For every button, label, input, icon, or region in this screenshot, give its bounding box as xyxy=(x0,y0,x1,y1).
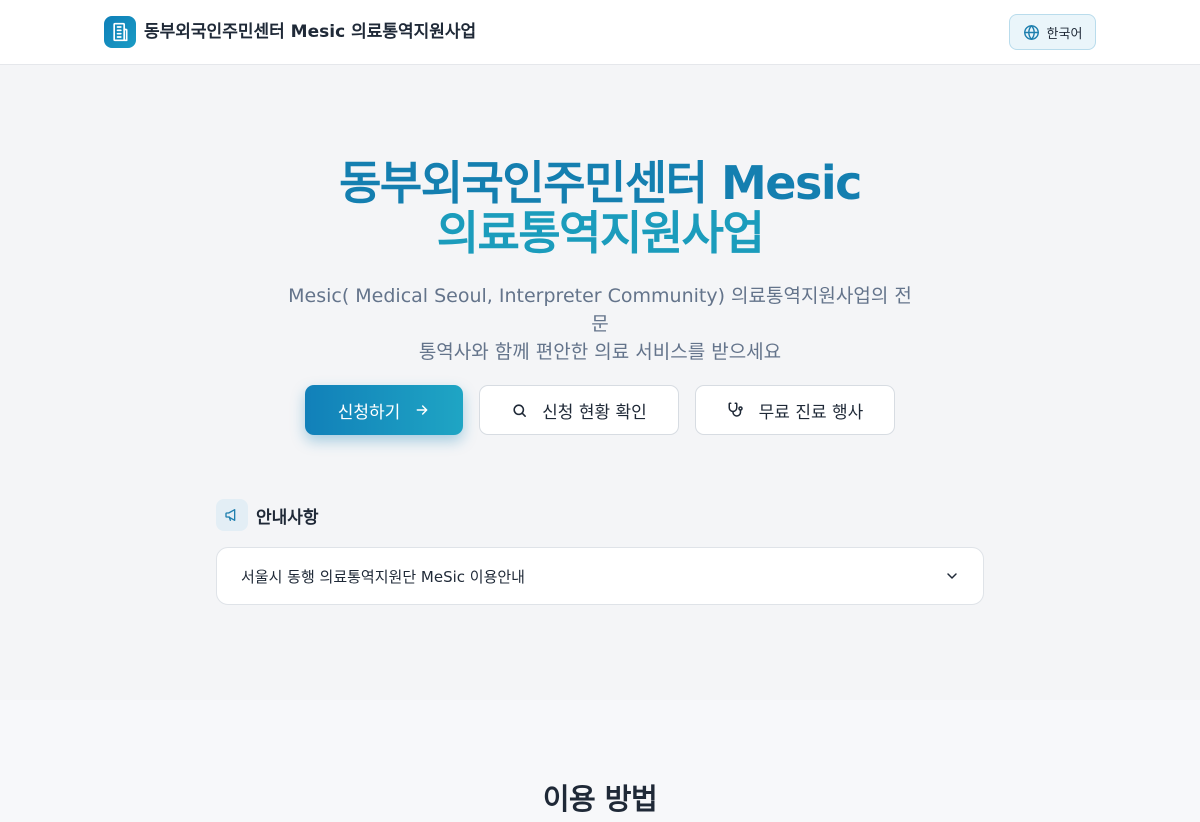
search-icon xyxy=(511,402,528,419)
megaphone-icon xyxy=(216,499,248,531)
hero-title-line2: 의료통역지원사업 xyxy=(436,206,765,260)
arrow-right-icon xyxy=(414,402,430,418)
apply-button-label: 신청하기 xyxy=(337,402,401,423)
notice-accordion-item[interactable]: 서울시 동행 의료통역지원단 MeSic 이용안내 xyxy=(216,547,984,605)
globe-icon xyxy=(1023,24,1040,41)
free-clinic-label: 무료 진료 행사 xyxy=(758,402,864,423)
hero-subtitle-line1: Mesic( Medical Seoul, Interpreter Commun… xyxy=(288,285,912,335)
hero-subtitle: Mesic( Medical Seoul, Interpreter Commun… xyxy=(280,282,920,366)
hero-subtitle-line2: 통역사와 함께 편안한 의료 서비스를 받으세요 xyxy=(418,341,782,363)
hero-title: 동부외국인주민센터 Mesic 의료통역지원사업 xyxy=(0,158,1200,258)
chevron-down-icon[interactable] xyxy=(944,568,960,584)
site-brand[interactable]: 동부외국인주민센터 Mesic 의료통역지원사업 xyxy=(144,20,476,44)
notice-header: 안내사항 xyxy=(216,499,319,531)
notice-title: 안내사항 xyxy=(256,507,319,528)
free-clinic-button[interactable]: 무료 진료 행사 xyxy=(695,385,895,435)
building-icon[interactable] xyxy=(104,16,136,48)
language-label: 한국어 xyxy=(1046,26,1083,42)
hero-title-line1: 동부외국인주민센터 Mesic xyxy=(339,156,862,210)
check-status-button[interactable]: 신청 현황 확인 xyxy=(479,385,679,435)
language-selector-button[interactable]: 한국어 xyxy=(1009,14,1096,50)
how-to-title: 이용 방법 xyxy=(542,782,658,816)
apply-button[interactable]: 신청하기 xyxy=(305,385,463,435)
notice-item-label: 서울시 동행 의료통역지원단 MeSic 이용안내 xyxy=(241,568,525,586)
hero-section: 동부외국인주민센터 Mesic 의료통역지원사업 Mesic( Medical … xyxy=(0,65,1200,700)
site-header: 동부외국인주민센터 Mesic 의료통역지원사업 한국어 xyxy=(0,0,1200,65)
check-status-label: 신청 현황 확인 xyxy=(542,402,647,423)
stethoscope-icon xyxy=(727,401,745,419)
